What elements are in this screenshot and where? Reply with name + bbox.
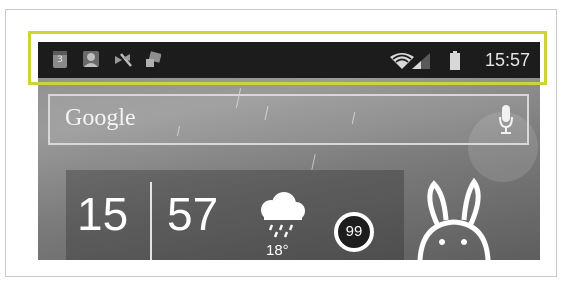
- google-search-bar[interactable]: Google: [48, 94, 529, 145]
- battery-level-badge[interactable]: 99: [334, 212, 374, 252]
- clock-divider: [150, 182, 152, 260]
- weather-temperature: 18°: [266, 242, 289, 259]
- clock-weather-widget[interactable]: 15 57 18° 99: [66, 170, 404, 260]
- mic-icon[interactable]: [499, 105, 513, 139]
- rain-cloud-icon: [256, 192, 308, 242]
- clock-hour: 15: [77, 188, 129, 240]
- clock-minute: 57: [167, 188, 219, 240]
- bunny-widget-icon[interactable]: [412, 176, 494, 264]
- search-label: Google: [65, 105, 136, 131]
- status-bar-highlight: [28, 31, 547, 85]
